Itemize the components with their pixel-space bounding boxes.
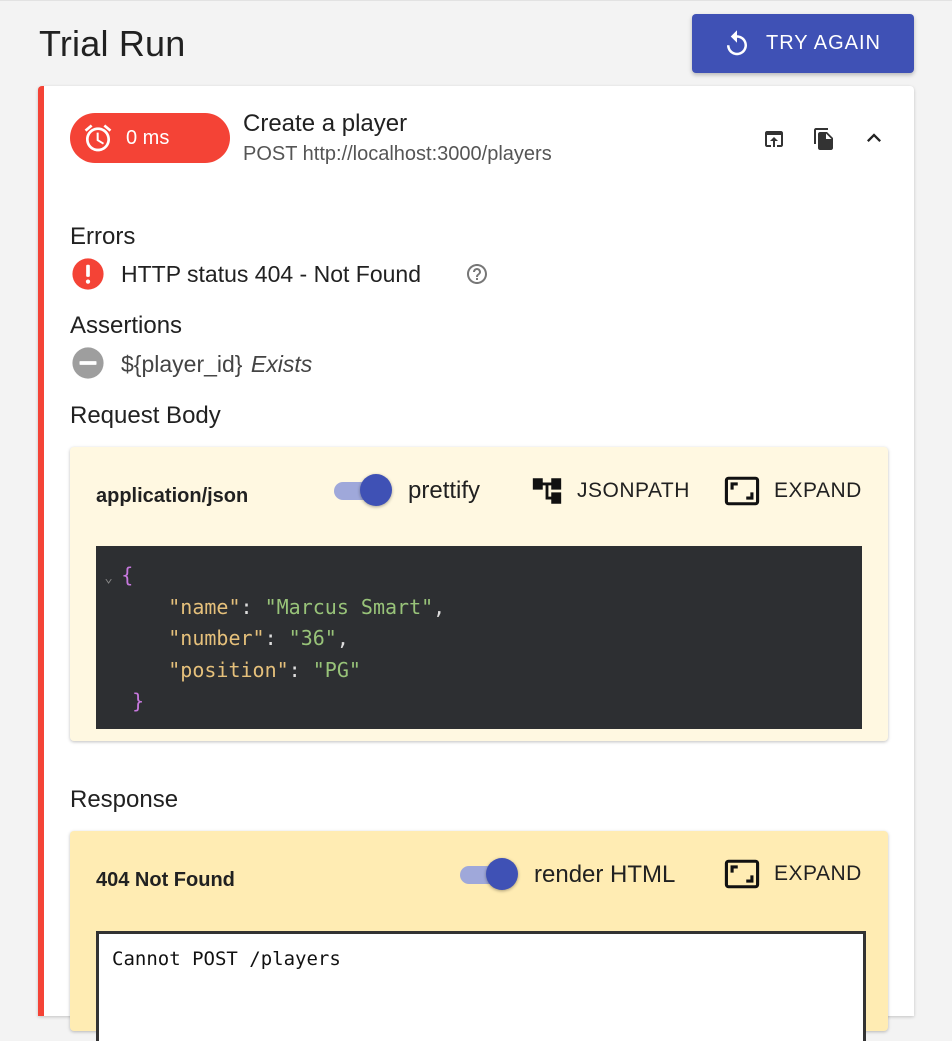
duration-value: 0 ms (126, 126, 170, 149)
code-line: ⌄ { (96, 563, 134, 587)
code-line: "number": "36", (168, 626, 349, 650)
prettify-toggle[interactable] (332, 473, 394, 507)
code-line: "position": "PG" (168, 657, 361, 682)
assertion-target: ${player_id} (121, 351, 243, 377)
duration-badge: 0 ms (70, 113, 230, 163)
response-heading: Response (70, 786, 179, 813)
request-name: Create a player (243, 110, 408, 137)
request-content-type: application/json (96, 485, 249, 507)
request-body-panel: application/json prettify JSONPATH EXPAN… (70, 447, 888, 741)
aspect-ratio-icon (723, 857, 761, 891)
alarm-icon (82, 122, 114, 154)
expand-response-button[interactable]: EXPAND (723, 857, 862, 891)
jsonpath-button[interactable]: JSONPATH (530, 474, 690, 508)
code-line: "name": "Marcus Smart", (168, 594, 446, 619)
assertions-heading: Assertions (70, 312, 183, 339)
expand-label: EXPAND (774, 862, 862, 885)
code-line: } (132, 689, 145, 713)
assertion-operator: Exists (250, 351, 313, 377)
assertion-row: ${player_id} Exists (121, 350, 312, 378)
fold-chevron-icon[interactable]: ⌄ (96, 570, 121, 586)
response-status: 404 Not Found (96, 869, 235, 891)
response-body-text: Cannot POST /players (112, 948, 341, 970)
aspect-ratio-icon (723, 474, 761, 508)
expand-label: EXPAND (774, 479, 862, 502)
chevron-up-icon[interactable] (859, 123, 889, 153)
request-body-code: ⌄ { "name": "Marcus Smart", "number": "3… (96, 546, 862, 729)
open-in-new-icon[interactable] (759, 124, 789, 154)
toggle-thumb (486, 858, 518, 890)
top-divider (0, 0, 952, 1)
expand-request-button[interactable]: EXPAND (723, 474, 862, 508)
request-body-heading: Request Body (70, 402, 221, 429)
replay-icon (722, 29, 752, 59)
account-tree-icon (530, 474, 564, 508)
response-panel: 404 Not Found render HTML EXPAND Cannot … (70, 831, 888, 1041)
skipped-icon (71, 346, 105, 380)
jsonpath-label: JSONPATH (577, 479, 690, 502)
page-title: Trial Run (39, 23, 186, 64)
try-again-label: TRY AGAIN (766, 32, 881, 54)
request-method-url: POST http://localhost:3000/players (243, 143, 552, 165)
request-result-card: 0 ms Create a player POST http://localho… (38, 86, 914, 1041)
errors-heading: Errors (70, 223, 136, 250)
error-icon (71, 257, 105, 291)
toggle-thumb (360, 474, 392, 506)
response-body-frame: Cannot POST /players (96, 931, 866, 1041)
copy-icon[interactable] (809, 124, 839, 154)
help-icon[interactable] (465, 262, 489, 286)
try-again-button[interactable]: TRY AGAIN (692, 14, 914, 73)
error-text: HTTP status 404 - Not Found (121, 261, 421, 287)
render-html-toggle[interactable] (458, 857, 520, 891)
prettify-label: prettify (408, 477, 481, 504)
render-html-label: render HTML (534, 861, 676, 888)
